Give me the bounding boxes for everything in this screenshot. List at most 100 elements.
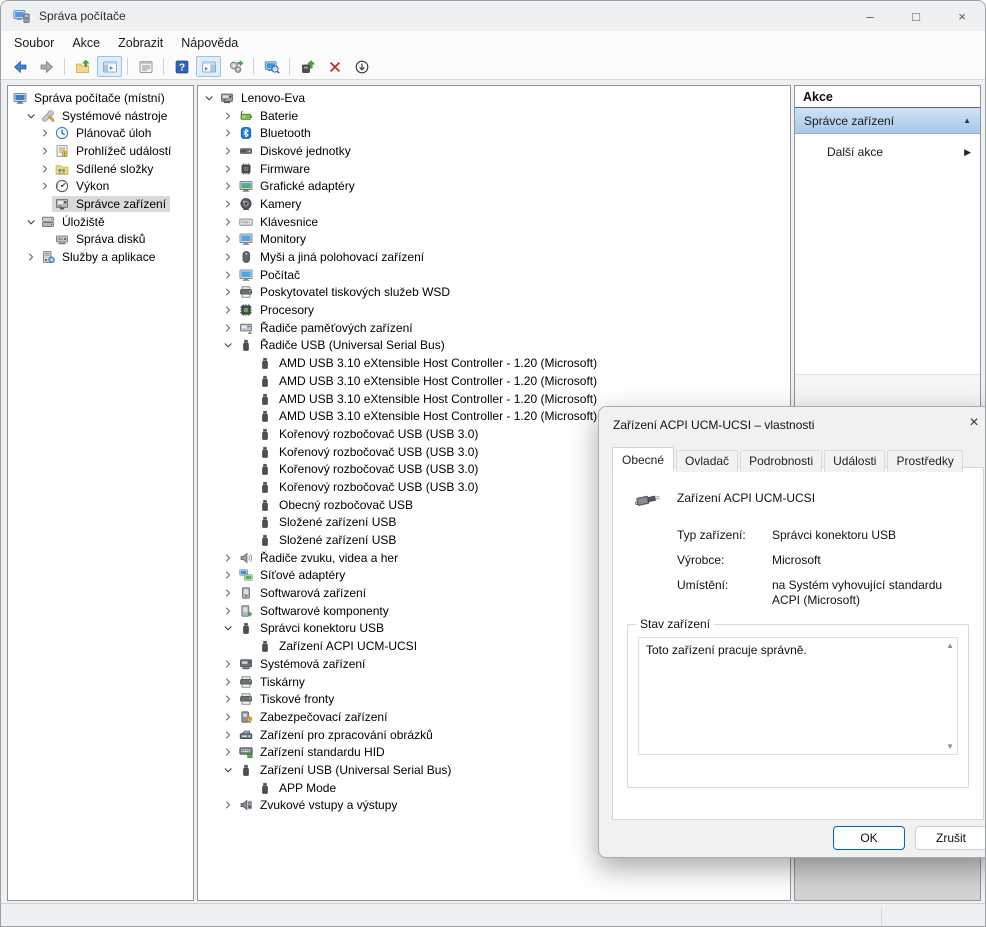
chevron-down-icon[interactable] — [219, 339, 236, 351]
device-status-text-box[interactable]: Toto zařízení pracuje správně. ▲ ▼ — [638, 637, 958, 755]
help-button[interactable]: ? — [169, 56, 194, 77]
sidebar-item[interactable]: Výkon — [8, 177, 193, 195]
chevron-right-icon[interactable] — [24, 251, 38, 263]
device-tree-item[interactable]: Řadiče USB (Universal Serial Bus) — [198, 337, 790, 355]
device-tree-item[interactable]: Kamery — [198, 195, 790, 213]
sidebar-item[interactable]: Správa disků — [8, 231, 193, 249]
chevron-right-icon[interactable] — [219, 110, 236, 122]
device-tree-item[interactable]: AMD USB 3.10 eXtensible Host Controller … — [198, 390, 790, 408]
sidebar-item[interactable]: Prohlížeč událostí — [8, 142, 193, 160]
chevron-right-icon[interactable] — [219, 233, 236, 245]
chevron-right-icon[interactable] — [219, 552, 236, 564]
up-level-button[interactable] — [70, 56, 95, 77]
sidebar-item[interactable]: Sdílené složky — [8, 160, 193, 178]
chevron-down-icon[interactable] — [219, 622, 236, 634]
remote-computer-button[interactable] — [259, 56, 284, 77]
chevron-right-icon[interactable] — [38, 163, 52, 175]
sidebar-item[interactable]: Úložiště — [8, 213, 193, 231]
device-tree-item[interactable]: AMD USB 3.10 eXtensible Host Controller … — [198, 354, 790, 372]
device-tree-item[interactable]: Monitory — [198, 231, 790, 249]
chevron-right-icon[interactable] — [219, 693, 236, 705]
chevron-right-icon[interactable] — [219, 658, 236, 670]
chevron-right-icon[interactable] — [219, 605, 236, 617]
device-tree-item[interactable]: Bluetooth — [198, 124, 790, 142]
chevron-right-icon[interactable] — [219, 251, 236, 263]
chevron-down-icon[interactable] — [24, 216, 38, 228]
minimize-button[interactable]: – — [847, 1, 893, 31]
chevron-right-icon[interactable] — [38, 145, 52, 157]
device-tree-item[interactable]: Diskové jednotky — [198, 142, 790, 160]
dialog-tab-2[interactable]: Ovladač — [676, 450, 738, 472]
menu-akce[interactable]: Akce — [63, 33, 109, 53]
show-action-pane-button[interactable] — [196, 56, 221, 77]
collapse-icon[interactable]: ▲ — [963, 116, 971, 125]
device-tree-item[interactable]: Baterie — [198, 107, 790, 125]
dialog-close-button[interactable]: × — [964, 414, 984, 432]
cancel-button[interactable]: Zrušit — [915, 826, 986, 850]
chevron-right-icon[interactable] — [219, 304, 236, 316]
chevron-right-icon[interactable] — [219, 322, 236, 334]
dialog-tab-5[interactable]: Prostředky — [887, 450, 962, 472]
device-tree-item[interactable]: AMD USB 3.10 eXtensible Host Controller … — [198, 372, 790, 390]
scroll-up-icon[interactable]: ▲ — [946, 641, 954, 650]
sidebar-item[interactable]: Systémové nástroje — [8, 107, 193, 125]
chevron-right-icon[interactable] — [38, 180, 52, 192]
chevron-right-icon[interactable] — [219, 286, 236, 298]
device-tree-item[interactable]: Procesory — [198, 301, 790, 319]
device-tree-item[interactable]: Myši a jiná polohovací zařízení — [198, 248, 790, 266]
scan-hardware-button[interactable] — [223, 56, 248, 77]
chevron-right-icon[interactable] — [219, 729, 236, 741]
uninstall-device-button[interactable] — [322, 56, 347, 77]
device-tree-item[interactable]: Počítač — [198, 266, 790, 284]
chevron-down-icon[interactable] — [200, 92, 217, 104]
close-button[interactable]: × — [939, 1, 985, 31]
chevron-right-icon[interactable] — [219, 746, 236, 758]
sidebar-item[interactable]: Správce zařízení — [8, 195, 193, 213]
chevron-right-icon[interactable] — [38, 127, 52, 139]
show-console-tree-button[interactable] — [97, 56, 122, 77]
services-icon — [40, 250, 56, 264]
chevron-right-icon[interactable] — [219, 711, 236, 723]
chevron-right-icon[interactable] — [219, 180, 236, 192]
actions-section-header[interactable]: Správce zařízení ▲ — [795, 108, 980, 134]
menu-soubor[interactable]: Soubor — [5, 33, 63, 53]
dialog-tab-1[interactable]: Obecné — [612, 447, 674, 472]
dialog-tab-4[interactable]: Události — [824, 450, 885, 472]
menu-zobrazit[interactable]: Zobrazit — [109, 33, 172, 53]
chevron-down-icon[interactable] — [24, 110, 38, 122]
chevron-right-icon[interactable] — [219, 145, 236, 157]
properties-button[interactable] — [133, 56, 158, 77]
device-tree-item[interactable]: Poskytovatel tiskových služeb WSD — [198, 284, 790, 302]
ok-button[interactable]: OK — [833, 826, 905, 850]
device-tree-item[interactable]: Řadiče paměťových zařízení — [198, 319, 790, 337]
sidebar-item[interactable]: Správa počítače (místní) — [8, 89, 193, 107]
scroll-down-icon[interactable]: ▼ — [946, 742, 954, 751]
sidebar-item[interactable]: Služby a aplikace — [8, 248, 193, 266]
maximize-button[interactable]: □ — [893, 1, 939, 31]
chevron-right-icon[interactable] — [219, 269, 236, 281]
forward-button[interactable] — [34, 56, 59, 77]
sidebar-item[interactable]: Plánovač úloh — [8, 124, 193, 142]
action-item-more-actions[interactable]: Další akce ▶ — [795, 140, 980, 164]
chevron-right-icon[interactable] — [219, 198, 236, 210]
chevron-right-icon[interactable] — [219, 569, 236, 581]
chevron-right-icon[interactable] — [219, 587, 236, 599]
device-tree-item[interactable]: Firmware — [198, 160, 790, 178]
field-value: Správci konektoru USB — [772, 528, 971, 543]
chevron-down-icon[interactable] — [219, 764, 236, 776]
device-tree-item[interactable]: Grafické adaptéry — [198, 177, 790, 195]
device-tree-item[interactable]: Lenovo-Eva — [198, 89, 790, 107]
update-driver-button[interactable] — [295, 56, 320, 77]
chevron-right-icon[interactable] — [219, 216, 236, 228]
device-tree-item[interactable]: Klávesnice — [198, 213, 790, 231]
chevron-right-icon[interactable] — [219, 799, 236, 811]
tree-item-content: Klávesnice — [236, 214, 322, 230]
chevron-right-icon[interactable] — [219, 676, 236, 688]
chevron-right-icon[interactable] — [219, 127, 236, 139]
dialog-tab-3[interactable]: Podrobnosti — [740, 450, 822, 472]
tree-item-content: Složené zařízení USB — [255, 532, 400, 548]
back-button[interactable] — [7, 56, 32, 77]
disable-device-button[interactable] — [349, 56, 374, 77]
chevron-right-icon[interactable] — [219, 163, 236, 175]
menu-napoveda[interactable]: Nápověda — [172, 33, 247, 53]
